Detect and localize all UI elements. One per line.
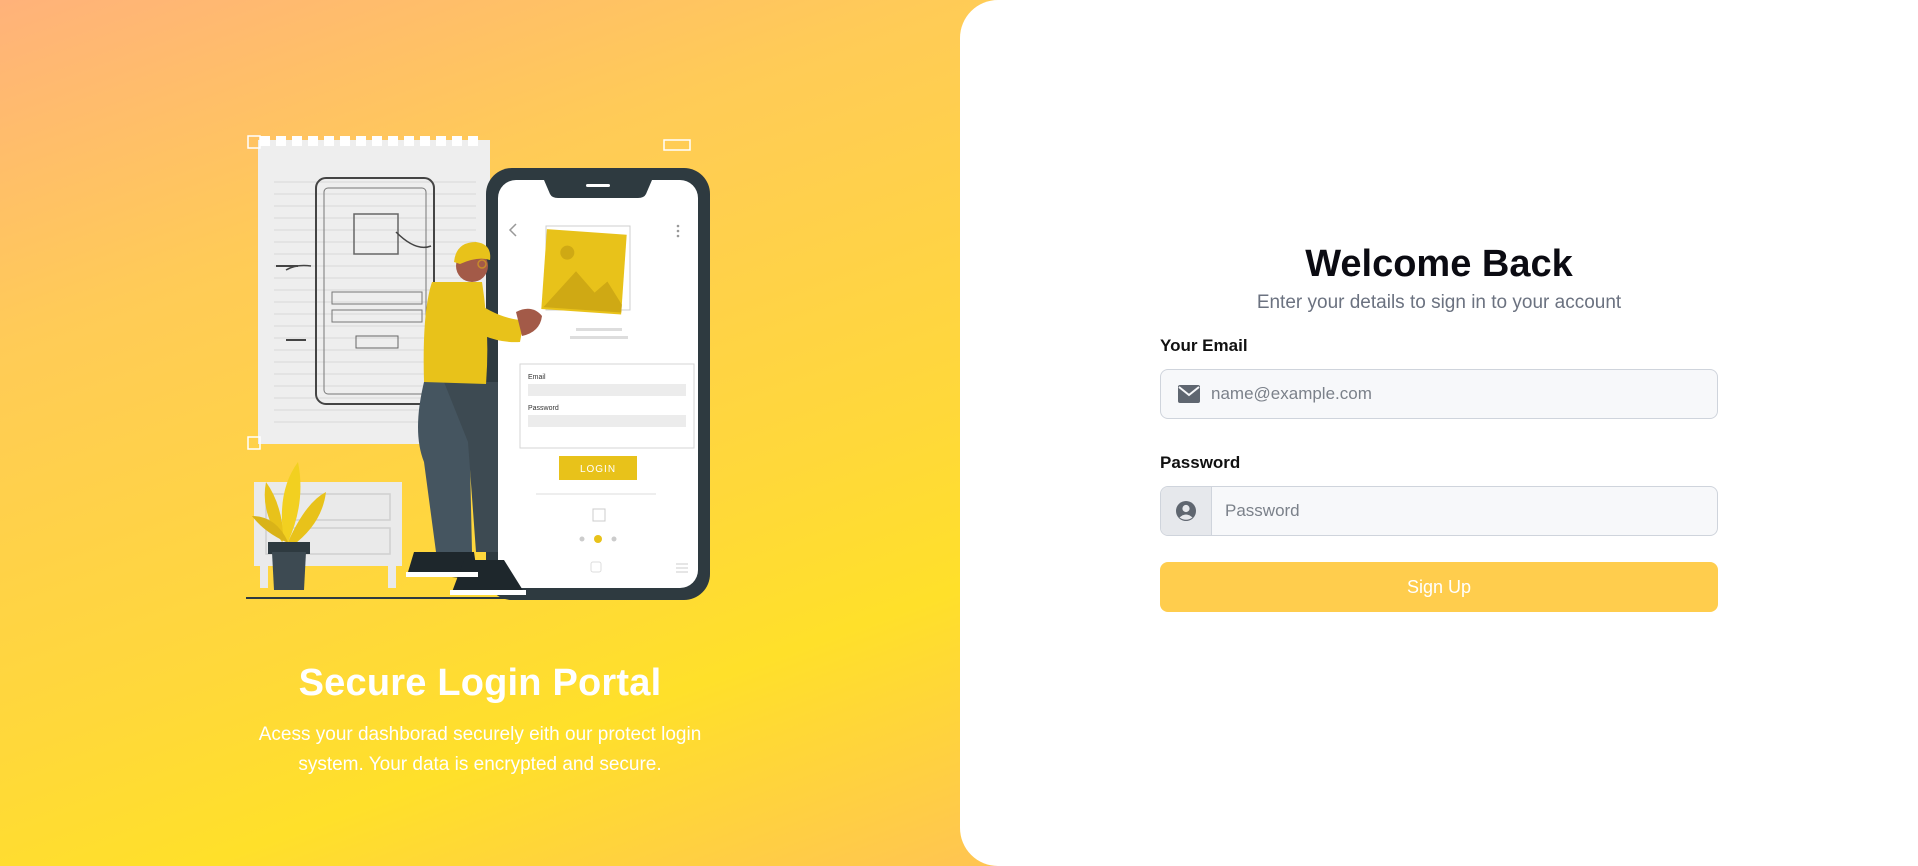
email-field xyxy=(1160,369,1718,419)
login-illustration: Email Password LOGIN xyxy=(246,135,710,600)
hero-panel: Email Password LOGIN Secure Login Portal… xyxy=(0,0,960,866)
phone-password-label: Password xyxy=(528,405,559,412)
password-label: Password xyxy=(1160,453,1241,472)
phone-mockup: Email Password LOGIN xyxy=(486,139,710,600)
login-form-panel: Welcome Back Enter your details to sign … xyxy=(960,0,1918,866)
welcome-header: Welcome Back Enter your details to sign … xyxy=(1160,240,1718,316)
welcome-subtitle: Enter your details to sign in to your ac… xyxy=(1256,292,1622,313)
password-field xyxy=(1160,486,1718,536)
email-input[interactable] xyxy=(1211,370,1701,418)
phone-login-button: LOGIN xyxy=(580,464,616,475)
welcome-title: Welcome Back xyxy=(1305,243,1573,285)
hero-description: Acess your dashborad securely eith our p… xyxy=(258,724,702,775)
phone-email-label: Email xyxy=(528,374,546,381)
envelope-icon xyxy=(1178,385,1200,403)
user-circle-icon xyxy=(1176,501,1196,521)
email-label: Your Email xyxy=(1160,336,1248,355)
password-input[interactable] xyxy=(1225,487,1705,535)
password-addon xyxy=(1161,487,1212,535)
sign-up-button[interactable]: Sign Up xyxy=(1160,562,1718,612)
login-page: Email Password LOGIN Secure Login Portal… xyxy=(0,0,1918,866)
hero-title: Secure Login Portal xyxy=(298,662,662,704)
